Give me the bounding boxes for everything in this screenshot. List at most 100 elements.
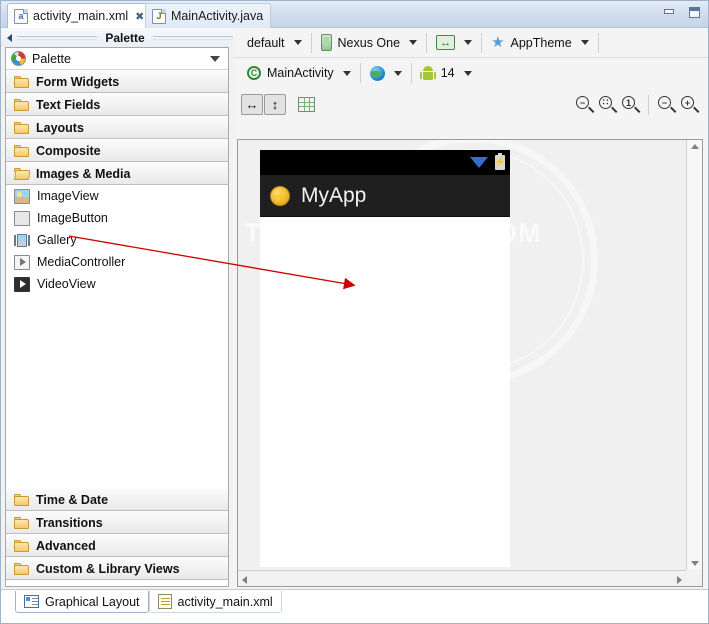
palette-item-label: MediaController: [37, 255, 125, 269]
canvas-horizontal-scrollbar[interactable]: [238, 570, 686, 586]
editor-tab-label: activity_main.xml: [33, 9, 128, 23]
palette-header-label: Palette: [32, 52, 204, 66]
image-view-icon: [14, 189, 30, 204]
toolbar-separator: [360, 63, 361, 83]
chevron-down-icon[interactable]: [294, 40, 302, 45]
media-controller-icon: [14, 255, 30, 270]
palette-group-composite[interactable]: Composite: [6, 139, 228, 162]
java-file-icon: J: [152, 9, 166, 24]
bottom-tab-label: activity_main.xml: [178, 595, 273, 609]
toolbar-separator: [648, 95, 649, 115]
window-controls: [662, 6, 702, 19]
palette-item-imagebutton[interactable]: ImageButton: [6, 207, 228, 229]
palette-item-imageview[interactable]: ImageView: [6, 185, 228, 207]
app-title: MyApp: [301, 184, 366, 208]
chevron-down-icon[interactable]: [581, 40, 589, 45]
palette-group-label: Layouts: [36, 121, 84, 135]
zoom-fit-selection-icon[interactable]: ∷: [599, 96, 616, 113]
palette-group-time-and-date[interactable]: Time & Date: [6, 488, 228, 511]
chevron-down-icon[interactable]: [394, 71, 402, 76]
api-level-selector[interactable]: 14: [415, 61, 478, 85]
canvas-vertical-scrollbar[interactable]: [686, 140, 702, 570]
config-selector[interactable]: default: [241, 31, 308, 55]
app-launcher-icon: [270, 186, 290, 206]
palette-group-layouts[interactable]: Layouts: [6, 116, 228, 139]
left-arrow-icon[interactable]: [7, 34, 12, 42]
fit-toggle-group: ↔ ↕: [241, 94, 315, 115]
layout-toolbar-row-3: ↔ ↕ − ∷ 1 − +: [233, 88, 708, 121]
palette-title: Palette: [102, 31, 147, 45]
device-content-area[interactable]: [260, 217, 510, 567]
folder-closed-icon: [14, 540, 29, 552]
layout-canvas[interactable]: THUCHIENDATE.COM Version 2009 MyApp: [238, 140, 686, 570]
chevron-down-icon[interactable]: [343, 71, 351, 76]
device-preview[interactable]: MyApp: [260, 150, 510, 567]
palette-item-videoview[interactable]: VideoView: [6, 273, 228, 295]
palette-group-custom-and-library-views[interactable]: Custom & Library Views: [6, 557, 228, 580]
file-icon-letter: J: [152, 9, 166, 24]
folder-closed-icon: [14, 494, 29, 506]
scroll-right-arrow-icon[interactable]: [677, 576, 682, 584]
palette-group-label: Transitions: [36, 516, 103, 530]
zoom-out-icon[interactable]: −: [658, 96, 675, 113]
palette-group-advanced[interactable]: Advanced: [6, 534, 228, 557]
android-robot-icon: [421, 66, 435, 81]
wifi-signal-icon: [470, 157, 488, 168]
palette-item-mediacontroller[interactable]: MediaController: [6, 251, 228, 273]
chevron-down-icon[interactable]: [464, 71, 472, 76]
orientation-selector[interactable]: [430, 31, 478, 55]
editor-tab-label: MainActivity.java: [171, 9, 263, 23]
editor-tab-main-activity-java[interactable]: J MainActivity.java: [145, 3, 271, 28]
close-icon[interactable]: ✖: [135, 10, 144, 23]
color-palette-icon: [11, 51, 26, 66]
android-status-bar: [260, 150, 510, 175]
theme-label: AppTheme: [511, 36, 572, 50]
palette-group-label: Text Fields: [36, 98, 100, 112]
toolbar-separator: [426, 33, 427, 53]
globe-icon: [370, 66, 385, 81]
chevron-down-icon[interactable]: [464, 40, 472, 45]
phone-icon: [321, 34, 332, 51]
palette-group-label: Composite: [36, 144, 101, 158]
toolbar-separator: [311, 33, 312, 53]
zoom-fit-icon[interactable]: −: [576, 96, 593, 113]
palette-group-text-fields[interactable]: Text Fields: [6, 93, 228, 116]
theme-selector[interactable]: ★ AppTheme: [485, 31, 595, 55]
activity-selector[interactable]: MainActivity: [241, 61, 357, 85]
tab-graphical-layout[interactable]: Graphical Layout: [15, 591, 149, 613]
config-label: default: [247, 36, 285, 50]
palette-item-label: ImageButton: [37, 211, 108, 225]
scroll-left-arrow-icon[interactable]: [242, 576, 247, 584]
maximize-icon[interactable]: [687, 6, 702, 19]
scroll-up-arrow-icon[interactable]: [691, 144, 699, 149]
palette-group-images-and-media[interactable]: Images & Media: [6, 162, 228, 185]
zoom-in-icon[interactable]: +: [681, 96, 698, 113]
chevron-down-icon[interactable]: [409, 40, 417, 45]
config-toolbar-row-2: MainActivity 14: [233, 58, 708, 88]
device-selector[interactable]: Nexus One: [315, 31, 424, 55]
file-icon-letter: a: [14, 9, 28, 24]
editor-tab-activity-main-xml[interactable]: a activity_main.xml ✖: [7, 3, 152, 28]
locale-selector[interactable]: [364, 61, 408, 85]
xml-layout-file-icon: a: [14, 9, 28, 24]
show-grid-icon[interactable]: [298, 97, 315, 112]
fit-vertical-icon[interactable]: ↕: [264, 94, 286, 115]
palette-group-label: Images & Media: [36, 167, 130, 181]
tab-activity-main-xml[interactable]: activity_main.xml: [149, 591, 282, 613]
toolbar-separator: [411, 63, 412, 83]
minimize-icon[interactable]: [662, 6, 677, 19]
folder-closed-icon: [14, 99, 29, 111]
fit-horizontal-icon[interactable]: ↔: [241, 94, 263, 115]
zoom-actual-size-icon[interactable]: 1: [622, 96, 639, 113]
folder-closed-icon: [14, 517, 29, 529]
editor-mode-tab-bar: Graphical Layout activity_main.xml: [1, 589, 708, 623]
palette-header[interactable]: Palette: [6, 48, 228, 70]
chevron-down-icon[interactable]: [210, 56, 220, 62]
palette-item-gallery[interactable]: Gallery: [6, 229, 228, 251]
palette-group-transitions[interactable]: Transitions: [6, 511, 228, 534]
image-button-icon: [14, 211, 30, 226]
scroll-down-arrow-icon[interactable]: [691, 561, 699, 566]
palette-group-form-widgets[interactable]: Form Widgets: [6, 70, 228, 93]
toolbar-separator: [481, 33, 482, 53]
star-icon: ★: [491, 35, 504, 50]
